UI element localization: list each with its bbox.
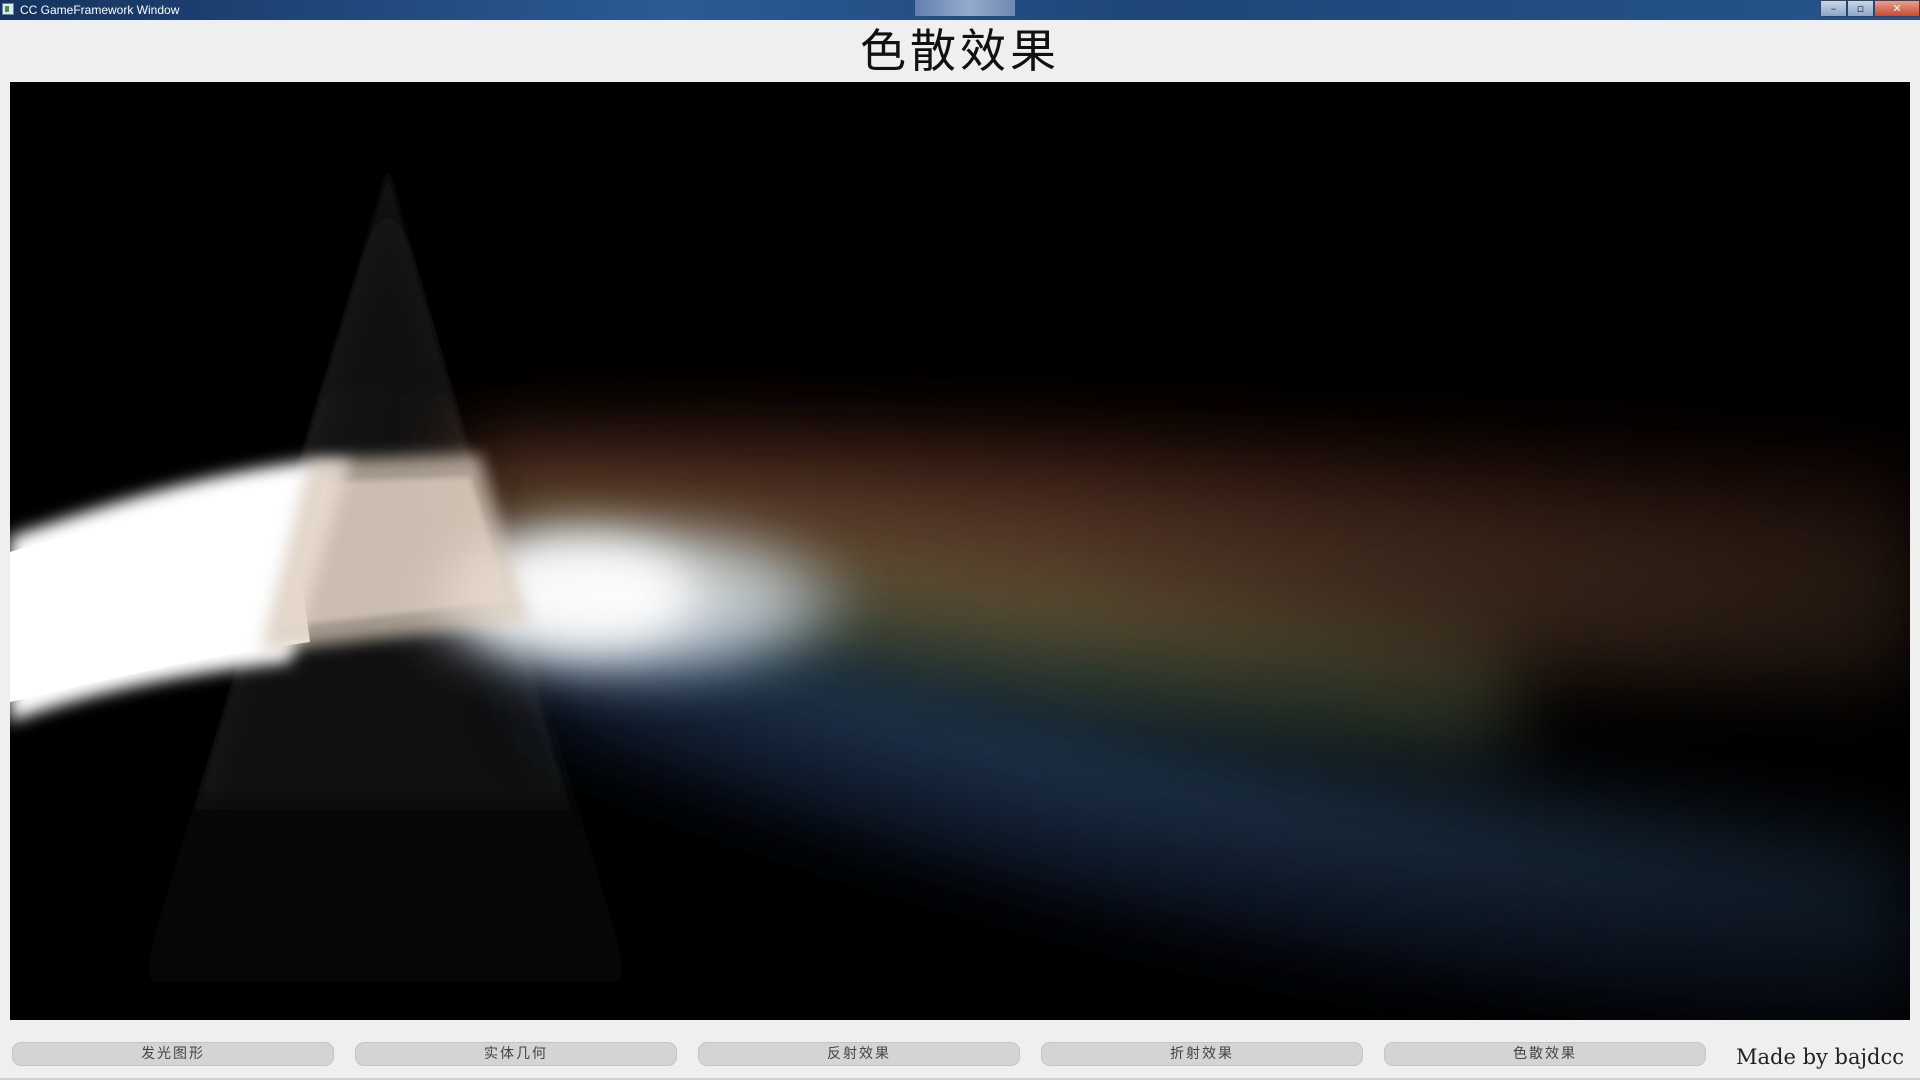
window-title: CC GameFramework Window <box>20 3 180 17</box>
button-dispersion[interactable]: 色散效果 <box>1384 1042 1706 1066</box>
button-glow-shapes[interactable]: 发光图形 <box>12 1042 334 1066</box>
credit-text: Made by bajdcc <box>1736 1045 1904 1069</box>
button-refraction[interactable]: 折射效果 <box>1041 1042 1363 1066</box>
button-solid-geometry[interactable]: 实体几何 <box>355 1042 677 1066</box>
app-window: CC GameFramework Window – ▫ ✕ 色散效果 发光图形 … <box>0 0 1920 1080</box>
page-title: 色散效果 <box>860 24 1060 78</box>
title-bar[interactable]: CC GameFramework Window – ▫ ✕ <box>0 0 1920 20</box>
window-controls: – ▫ ✕ <box>1820 0 1920 18</box>
render-canvas[interactable] <box>10 82 1910 1020</box>
minimize-button[interactable]: – <box>1820 0 1847 17</box>
maximize-button[interactable]: ▫ <box>1847 0 1874 17</box>
bottom-bar: 发光图形 实体几何 反射效果 折射效果 色散效果 Made by bajdcc <box>0 1020 1920 1080</box>
dispersion-scene <box>10 170 1910 1020</box>
taskbar-thumbnail-strip <box>915 0 1015 16</box>
app-icon <box>2 3 14 15</box>
button-reflection[interactable]: 反射效果 <box>698 1042 1020 1066</box>
close-button[interactable]: ✕ <box>1874 0 1920 17</box>
